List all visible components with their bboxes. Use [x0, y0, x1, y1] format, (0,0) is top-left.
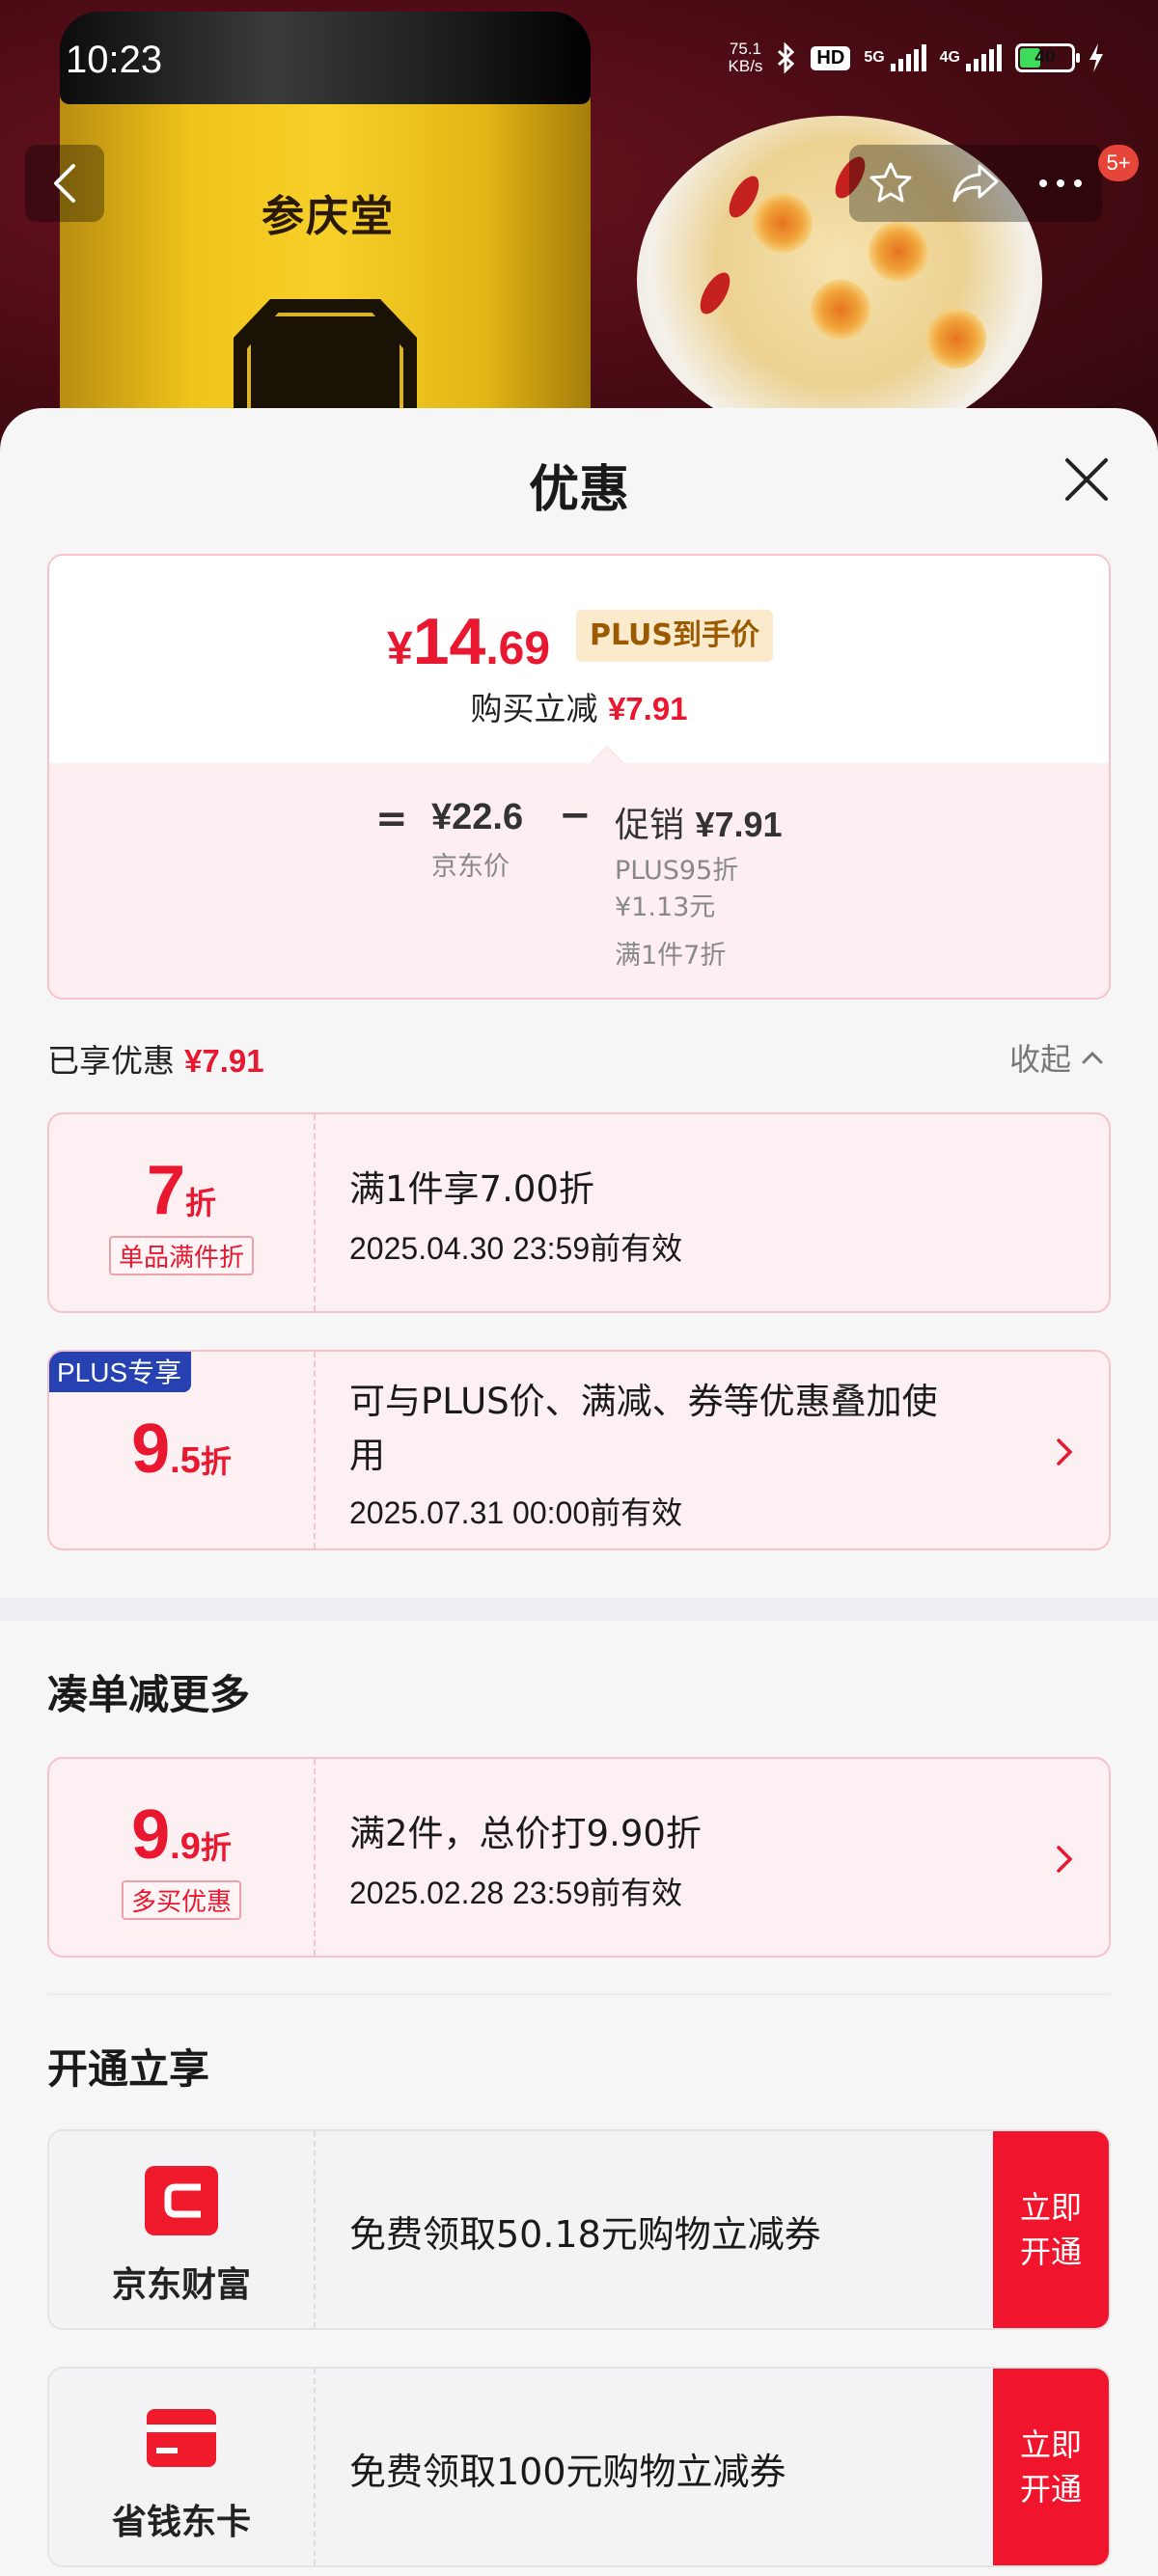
discount-value: 7折: [146, 1152, 217, 1229]
open-now-button[interactable]: 立即 开通: [993, 2369, 1109, 2565]
chevron-left-icon: [54, 164, 75, 203]
status-icons: 75.1 KB/s HD 5G 4G 40: [729, 41, 1104, 75]
flower: [811, 280, 870, 340]
service-desc: 免费领取100元购物立减券: [349, 2451, 786, 2493]
coupon-card: 7折 单品满件折 满1件享7.00折 2025.04.30 23:59前有效: [47, 1112, 1111, 1313]
promo-detail: PLUS95折: [615, 856, 739, 886]
coupon-type-tag: 多买优惠: [49, 1880, 314, 1920]
service-name: 省钱东卡: [111, 2503, 251, 2542]
promo-detail: 满1件7折: [615, 941, 727, 971]
price-breakdown-card: ¥14.69 PLUS到手价 购买立减 ¥7.91 = ¥22.6 京东价 − …: [47, 554, 1111, 1000]
coupon-title: 满2件，总价打9.90折: [349, 1813, 702, 1854]
flower: [753, 193, 813, 253]
sheet-title: 优惠: [528, 461, 629, 519]
promo-amount: 促销 ¥7.91: [615, 805, 783, 845]
bluetooth-icon: [778, 42, 795, 73]
battery-icon: 40: [1015, 43, 1080, 72]
base-price-label: 京东价: [431, 852, 510, 882]
divider: [47, 1993, 1111, 1995]
discount-value: 9.9折: [131, 1796, 232, 1874]
signal-icon: [966, 44, 1002, 71]
promo-detail: ¥1.13元: [615, 892, 716, 922]
coupon-card[interactable]: 9.9折 多买优惠 满2件，总价打9.90折 2025.02.28 23:59前…: [47, 1757, 1111, 1958]
jd-wealth-icon: [49, 2164, 314, 2241]
signal-4g-label: 4G: [939, 49, 960, 66]
signal-icon: [890, 44, 926, 71]
cart-badge: 5+: [1098, 145, 1139, 181]
card-icon: [49, 2407, 314, 2473]
chevron-up-icon: [1082, 1051, 1103, 1064]
top-actions: [849, 145, 1102, 222]
coupon-date: 2025.02.28 23:59前有效: [349, 1876, 683, 1910]
flower: [868, 222, 928, 282]
product-brand: 参庆堂: [262, 192, 395, 241]
open-now-button[interactable]: 立即 开通: [993, 2131, 1109, 2328]
coupon-card[interactable]: PLUS专享 9.5折 可与PLUS价、满减、券等优惠叠加使 用 2025.07…: [47, 1350, 1111, 1550]
buy-reduce: 购买立减 ¥7.91: [470, 690, 688, 727]
service-desc: 免费领取50.18元购物立减券: [349, 2213, 821, 2256]
enjoyed-discount: 已享优惠 ¥7.91: [47, 1042, 264, 1080]
coupon-date: 2025.04.30 23:59前有效: [349, 1231, 683, 1266]
base-price: ¥22.6: [431, 797, 524, 837]
plus-price-tag: PLUS到手价: [576, 610, 774, 662]
service-name: 京东财富: [111, 2265, 251, 2305]
plus-exclusive-badge: PLUS专享: [49, 1352, 192, 1392]
charging-icon: [1089, 43, 1103, 72]
coupon-type-tag: 单品满件折: [49, 1236, 314, 1275]
coupon-title: 满1件享7.00折: [349, 1168, 594, 1210]
collapse-toggle[interactable]: 收起: [1009, 1035, 1104, 1080]
back-button[interactable]: [25, 145, 104, 222]
signal-5g-label: 5G: [864, 49, 885, 66]
status-bar: 10:23 75.1 KB/s HD 5G 4G 40: [0, 0, 1158, 130]
share-icon[interactable]: [951, 160, 1001, 206]
coupon-title: 可与PLUS价、满减、券等优惠叠加使 用: [349, 1381, 938, 1476]
section-divider: [0, 1598, 1158, 1621]
service-card: 省钱东卡 免费领取100元购物立减券 立即 开通: [47, 2367, 1111, 2567]
status-time: 10:23: [66, 39, 163, 81]
close-icon[interactable]: [1060, 452, 1114, 507]
discount-value: 9.5折: [131, 1411, 232, 1488]
net-speed: 75.1 KB/s: [728, 40, 763, 75]
coupon-date: 2025.07.31 00:00前有效: [349, 1495, 683, 1530]
equals-sign: =: [375, 797, 408, 841]
chevron-right-icon: [1057, 1846, 1073, 1873]
flower: [926, 309, 986, 369]
star-icon[interactable]: [868, 160, 914, 206]
battery-level: 40: [1034, 47, 1056, 68]
service-card: 京东财富 免费领取50.18元购物立减券 立即 开通: [47, 2129, 1111, 2330]
goji-berry: [694, 267, 736, 319]
minus-sign: −: [559, 793, 592, 837]
final-price: ¥14.69: [387, 605, 551, 678]
more-icon[interactable]: [1037, 178, 1084, 189]
hd-icon: HD: [811, 45, 851, 70]
chevron-right-icon: [1057, 1439, 1073, 1466]
discount-sheet: 优惠 ¥14.69 PLUS到手价 购买立减 ¥7.91 = ¥22.6 京东价…: [0, 408, 1158, 2576]
section-title-open: 开通立享: [47, 2045, 210, 2093]
section-title-more: 凑单减更多: [47, 1671, 251, 1718]
